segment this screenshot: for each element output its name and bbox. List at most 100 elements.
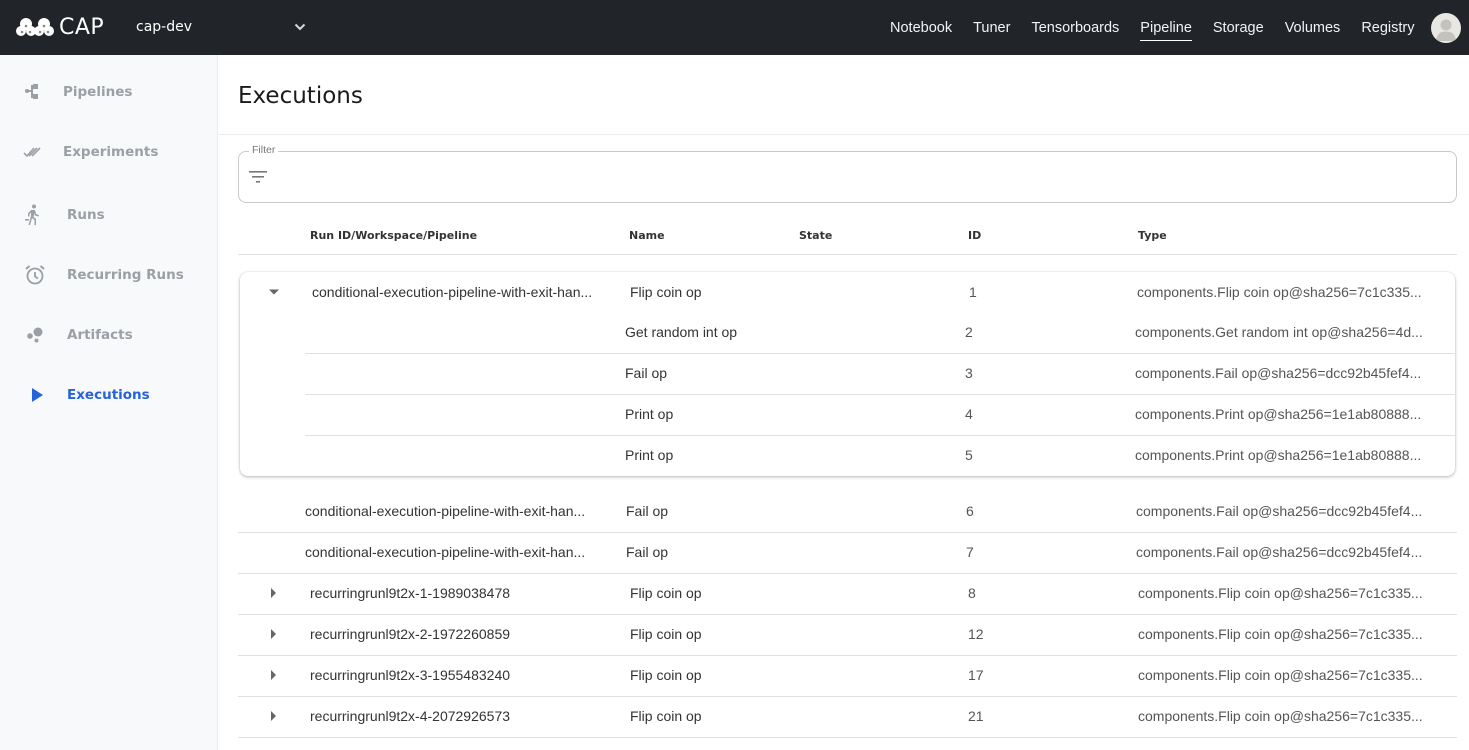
name-cell[interactable]: Print op	[625, 394, 673, 435]
nav-tuner[interactable]: Tuner	[963, 0, 1021, 55]
type-cell: components.Flip coin op@sha256=7c1c335..…	[1138, 708, 1423, 724]
name-cell[interactable]: Flip coin op	[630, 614, 702, 655]
expanded-run-group: conditional-execution-pipeline-with-exit…	[240, 272, 1455, 476]
sidebar-label: Recurring Runs	[67, 267, 184, 283]
table-row[interactable]: Get random int op 2 components.Get rando…	[240, 312, 1455, 353]
name-cell[interactable]: Fail op	[626, 491, 668, 532]
expand-toggle[interactable]	[265, 708, 281, 724]
sidebar-label: Executions	[67, 387, 150, 403]
nav-tensorboards[interactable]: Tensorboards	[1021, 0, 1130, 55]
user-avatar[interactable]	[1431, 12, 1461, 43]
run-cell[interactable]: recurringrunl9t2x-4-2072926573	[310, 696, 510, 737]
run-cell[interactable]: recurringrunl9t2x-3-1955483240	[310, 655, 510, 696]
name-cell[interactable]: Fail op	[625, 353, 667, 394]
expand-toggle[interactable]	[265, 626, 281, 642]
table-row[interactable]: Print op 4 components.Print op@sha256=1e…	[240, 394, 1455, 435]
play-icon	[26, 384, 48, 406]
type-cell: components.Flip coin op@sha256=7c1c335..…	[1137, 284, 1422, 300]
name-cell[interactable]: Get random int op	[625, 312, 737, 353]
type-cell: components.Fail op@sha256=dcc92b45fef4..…	[1136, 544, 1423, 560]
table-row[interactable]: Print op 5 components.Print op@sha256=1e…	[240, 435, 1455, 476]
id-cell: 17	[968, 667, 984, 683]
nav-pipeline[interactable]: Pipeline	[1130, 0, 1203, 55]
nav-notebook[interactable]: Notebook	[880, 0, 963, 55]
divider	[218, 134, 1469, 135]
caret-down-icon	[269, 289, 279, 295]
type-cell: components.Flip coin op@sha256=7c1c335..…	[1138, 667, 1423, 683]
column-header-name[interactable]: Name	[629, 229, 665, 242]
id-cell: 5	[965, 447, 973, 463]
column-header-state[interactable]: State	[799, 229, 832, 242]
id-cell: 4	[965, 406, 973, 422]
filter-input[interactable]	[281, 160, 1441, 194]
type-cell: components.Get random int op@sha256=4d..…	[1135, 324, 1423, 340]
name-cell[interactable]: Flip coin op	[630, 696, 702, 737]
run-cell[interactable]: conditional-execution-pipeline-with-exit…	[305, 491, 585, 532]
table-row[interactable]: recurringrunl9t2x-1-1989038478 Flip coin…	[238, 573, 1457, 614]
table-row[interactable]: conditional-execution-pipeline-with-exit…	[238, 491, 1457, 532]
pipelines-icon	[22, 81, 44, 103]
caret-right-icon	[271, 670, 276, 680]
user-icon	[1436, 19, 1456, 41]
type-cell: components.Flip coin op@sha256=7c1c335..…	[1138, 585, 1423, 601]
table-row[interactable]: conditional-execution-pipeline-with-exit…	[240, 272, 1455, 313]
nav-storage[interactable]: Storage	[1202, 0, 1274, 55]
logo-icon	[16, 18, 54, 36]
column-header-id[interactable]: ID	[968, 229, 981, 242]
alarm-clock-icon	[24, 264, 46, 286]
collapse-toggle[interactable]	[266, 284, 282, 300]
table-row[interactable]: recurringrunl9t2x-3-1955483240 Flip coin…	[238, 655, 1457, 696]
caret-right-icon	[271, 629, 276, 639]
id-cell: 2	[965, 324, 973, 340]
sidebar-label: Pipelines	[63, 84, 133, 100]
type-cell: components.Fail op@sha256=dcc92b45fef4..…	[1136, 503, 1423, 519]
id-cell: 21	[968, 708, 984, 724]
sidebar-item-experiments[interactable]: Experiments	[0, 132, 217, 172]
name-cell[interactable]: Flip coin op	[630, 655, 702, 696]
nav-volumes[interactable]: Volumes	[1274, 0, 1351, 55]
nav-registry[interactable]: Registry	[1351, 0, 1425, 55]
app-logo[interactable]: CAP	[16, 14, 104, 40]
column-header-run[interactable]: Run ID/Workspace/Pipeline	[310, 229, 477, 242]
name-cell[interactable]: Print op	[625, 435, 673, 476]
page-title: Executions	[238, 83, 363, 109]
type-cell: components.Print op@sha256=1e1ab80888...	[1135, 447, 1422, 463]
id-cell: 1	[969, 284, 977, 300]
caret-right-icon	[271, 588, 276, 598]
sidebar: Pipelines Experiments Runs Recurring Run…	[0, 55, 218, 750]
column-header-type[interactable]: Type	[1138, 229, 1167, 242]
expand-toggle[interactable]	[265, 667, 281, 683]
expand-toggle[interactable]	[265, 585, 281, 601]
id-cell: 8	[968, 585, 976, 601]
filter-icon	[249, 171, 267, 183]
sidebar-label: Experiments	[63, 144, 159, 160]
sidebar-item-artifacts[interactable]: Artifacts	[0, 315, 217, 355]
sidebar-item-executions[interactable]: Executions	[0, 375, 217, 415]
run-cell[interactable]: recurringrunl9t2x-2-1972260859	[310, 614, 510, 655]
filter-label: Filter	[249, 144, 279, 156]
filter-field[interactable]: Filter	[238, 144, 1457, 203]
type-cell: components.Flip coin op@sha256=7c1c335..…	[1138, 626, 1423, 642]
runs-icon	[22, 204, 44, 226]
top-bar: CAP cap-dev Notebook Tuner Tensorboards …	[0, 0, 1469, 55]
table-row[interactable]: recurringrunl9t2x-2-1972260859 Flip coin…	[238, 614, 1457, 655]
table-row[interactable]: Fail op 3 components.Fail op@sha256=dcc9…	[240, 353, 1455, 394]
table-row[interactable]: conditional-execution-pipeline-with-exit…	[238, 532, 1457, 573]
name-cell[interactable]: Flip coin op	[630, 573, 702, 614]
type-cell: components.Print op@sha256=1e1ab80888...	[1135, 406, 1422, 422]
sidebar-item-runs[interactable]: Runs	[0, 195, 217, 235]
table-row[interactable]: recurringrunl9t2x-4-2072926573 Flip coin…	[238, 696, 1457, 737]
row-divider	[238, 737, 1457, 738]
main-content: Executions Filter Run ID/Workspace/Pipel…	[218, 55, 1469, 750]
run-cell[interactable]: recurringrunl9t2x-1-1989038478	[310, 573, 510, 614]
chevron-down-icon	[294, 23, 306, 31]
app-name: CAP	[59, 14, 105, 40]
name-cell[interactable]: Fail op	[626, 532, 668, 573]
caret-right-icon	[271, 711, 276, 721]
name-cell[interactable]: Flip coin op	[630, 272, 702, 313]
namespace-select[interactable]: cap-dev	[136, 14, 312, 40]
run-cell[interactable]: conditional-execution-pipeline-with-exit…	[312, 272, 592, 313]
sidebar-item-pipelines[interactable]: Pipelines	[0, 72, 217, 112]
run-cell[interactable]: conditional-execution-pipeline-with-exit…	[305, 532, 585, 573]
sidebar-item-recurring-runs[interactable]: Recurring Runs	[0, 255, 217, 295]
